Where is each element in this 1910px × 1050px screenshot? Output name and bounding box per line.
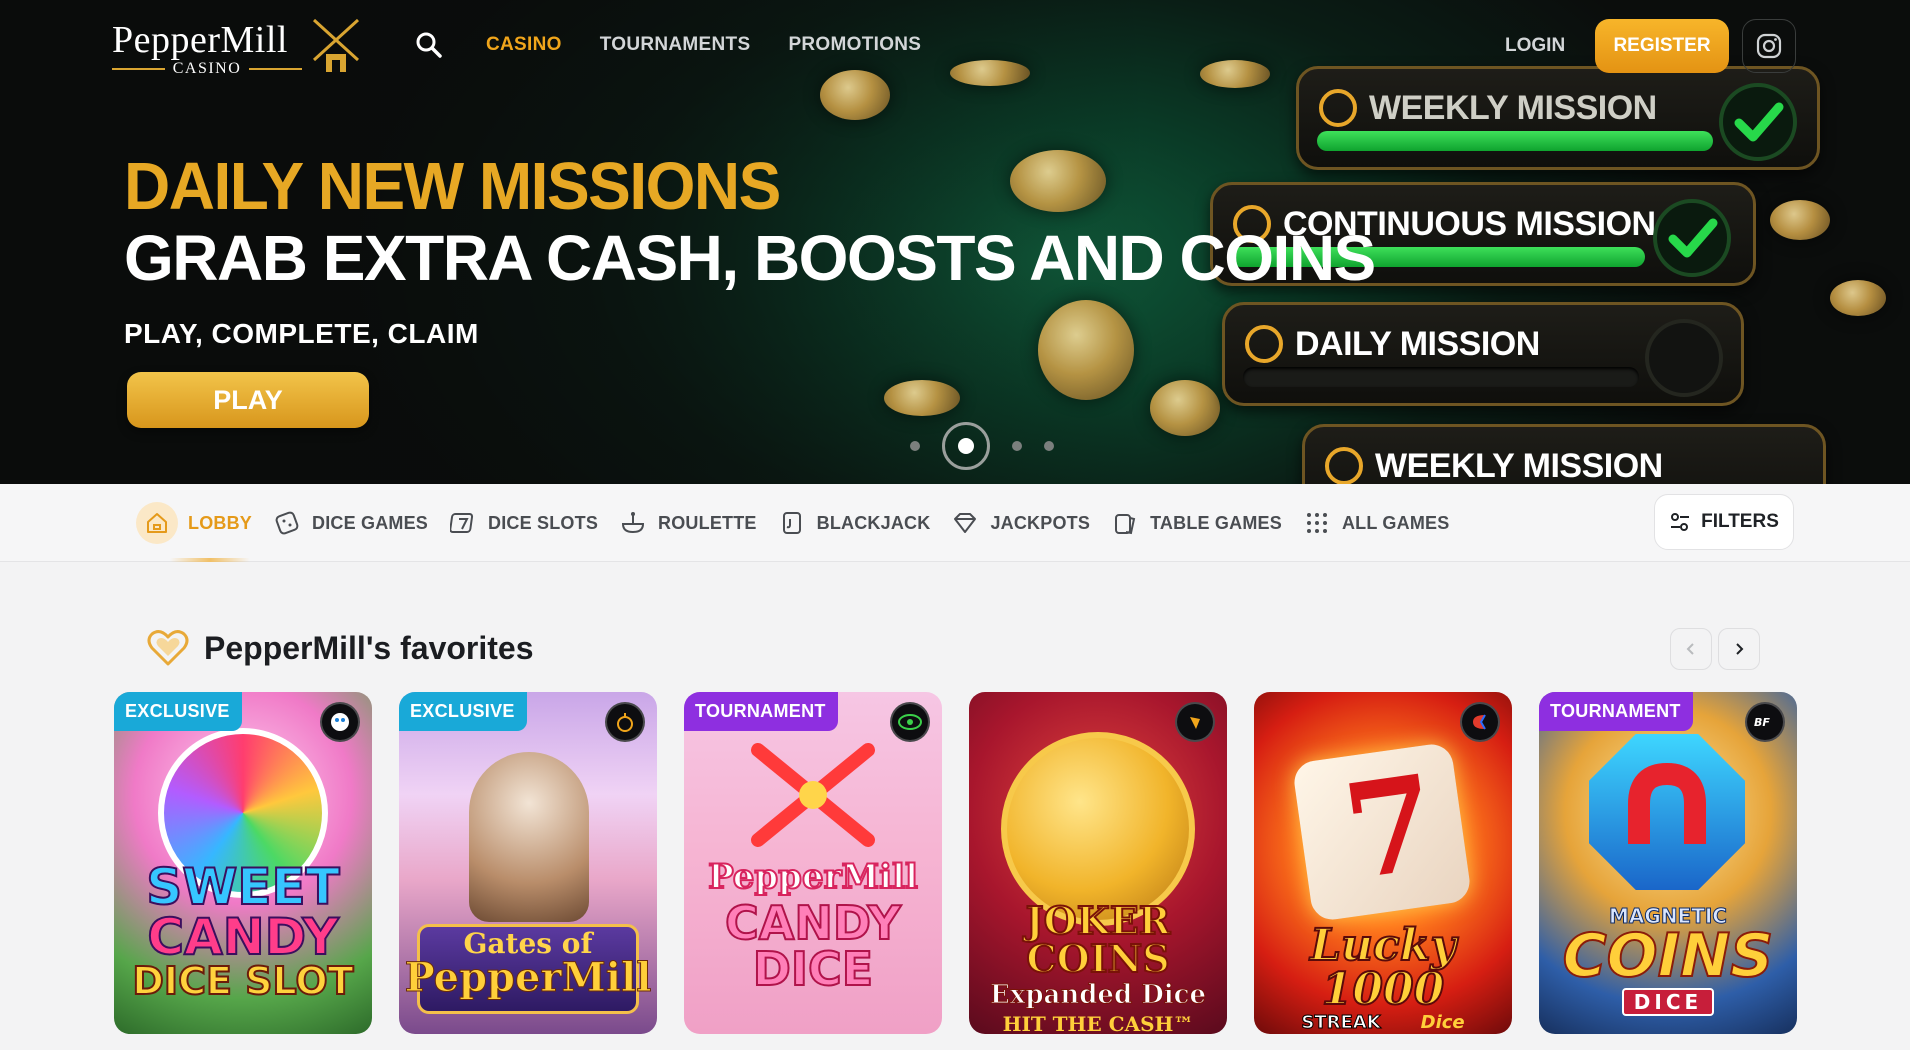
mission-progress-bar	[1317, 131, 1713, 151]
game-card-gates-of-peppermill[interactable]: Gates of PepperMill EXCLUSIVE	[399, 692, 657, 1034]
carousel-dot-2[interactable]	[942, 422, 990, 470]
provider-icon: BF	[1745, 702, 1785, 742]
game-card-joker-coins-expanded-dice[interactable]: JOKER COINS Expanded Dice HIT THE CASH™	[969, 692, 1227, 1034]
filters-icon	[1671, 513, 1690, 531]
provider-icon	[890, 702, 930, 742]
slot-seven-icon	[448, 508, 478, 538]
chevron-left-icon	[1686, 643, 1694, 655]
nav-promotions[interactable]: PROMOTIONS	[788, 34, 921, 56]
tournament-badge: TOURNAMENT	[1539, 692, 1693, 731]
roulette-icon	[618, 508, 648, 538]
register-button[interactable]: REGISTER	[1595, 19, 1729, 73]
carousel-pagination	[910, 422, 1054, 470]
windmill-art	[738, 740, 888, 860]
clock-icon	[1325, 447, 1363, 484]
hero-title-line2: GRAB EXTRA CASH, BOOSTS AND COINS	[124, 222, 1376, 294]
category-jackpots[interactable]: JACKPOTS	[950, 502, 1090, 544]
dice-seven-art: 7	[1291, 741, 1473, 923]
provider-icon	[605, 702, 645, 742]
exclusive-badge: EXCLUSIVE	[114, 692, 242, 731]
active-tab-indicator	[170, 558, 250, 562]
diamond-icon	[950, 508, 980, 538]
carousel-next-button[interactable]	[1718, 628, 1760, 670]
cards-icon	[777, 508, 807, 538]
category-lobby[interactable]: LOBBY	[136, 502, 252, 544]
coin-decoration	[1770, 200, 1830, 240]
carousel-dot-1[interactable]	[910, 441, 920, 451]
provider-icon	[320, 702, 360, 742]
nav-casino[interactable]: CASINO	[486, 34, 562, 56]
grid-dots-icon	[1302, 508, 1332, 538]
top-navigation-bar: PepperMill CASINO CASINO TOURNAMENTS PRO…	[0, 0, 1910, 92]
svg-text:BF: BF	[1754, 716, 1770, 729]
search-icon[interactable]	[414, 30, 444, 60]
login-link[interactable]: LOGIN	[1505, 35, 1565, 57]
coin-decoration	[884, 380, 960, 416]
provider-icon	[1175, 702, 1215, 742]
game-card-peppermill-candy-dice[interactable]: PepperMill CANDY DICE TOURNAMENT	[684, 692, 942, 1034]
favorites-carousel: SWEET CANDY DICE SLOT EXCLUSIVE Gates of…	[114, 692, 1797, 1034]
instagram-icon[interactable]	[1742, 19, 1796, 73]
game-card-lucky-1000-streak-dice[interactable]: 7 Lucky 1000 STREAK Dice	[1254, 692, 1512, 1034]
carousel-dot-4[interactable]	[1044, 441, 1054, 451]
game-card-magnetic-coins-dice[interactable]: MAGNETIC COINS DICE TOURNAMENT BF	[1539, 692, 1797, 1034]
peppermill-logo[interactable]: PepperMill CASINO	[112, 16, 362, 78]
main-nav: CASINO TOURNAMENTS PROMOTIONS	[486, 34, 921, 56]
home-icon	[136, 502, 178, 544]
favorites-title: PepperMill's favorites	[204, 629, 534, 666]
mission-progress-bar	[1243, 367, 1639, 387]
complete-check-icon	[1719, 83, 1797, 161]
joker-coin-art	[1001, 732, 1195, 926]
heart-icon	[147, 630, 189, 666]
windmill-logo-icon	[312, 18, 360, 72]
category-roulette[interactable]: ROULETTE	[618, 502, 757, 544]
complete-check-icon	[1653, 199, 1731, 277]
check-circle-icon	[1319, 89, 1357, 127]
filters-button[interactable]: FILTERS	[1654, 494, 1794, 550]
category-blackjack[interactable]: BLACKJACK	[777, 502, 931, 544]
mission-card-weekly-2: WEEKLY MISSION	[1302, 424, 1826, 484]
favorites-header: PepperMill's favorites	[146, 628, 534, 668]
magnet-art	[1589, 734, 1745, 890]
category-dice-games[interactable]: DICE GAMES	[272, 502, 428, 544]
hero-title-line1: DAILY NEW MISSIONS	[124, 148, 781, 224]
dice-icon	[272, 508, 302, 538]
category-dice-slots[interactable]: DICE SLOTS	[448, 502, 598, 544]
provider-icon	[1460, 702, 1500, 742]
zeus-art	[469, 752, 589, 922]
carousel-prev-button[interactable]	[1670, 628, 1712, 670]
tournament-badge: TOURNAMENT	[684, 692, 838, 731]
empty-check-circle-icon	[1645, 319, 1723, 397]
carousel-dot-3[interactable]	[1012, 441, 1022, 451]
nav-tournaments[interactable]: TOURNAMENTS	[600, 34, 751, 56]
coin-decoration	[1150, 380, 1220, 436]
coin-decoration	[1830, 280, 1886, 316]
exclusive-badge: EXCLUSIVE	[399, 692, 527, 731]
category-tabs: LOBBY DICE GAMES DICE SLOTS ROULETTE BLA…	[136, 502, 1469, 544]
hero-subtitle: PLAY, COMPLETE, CLAIM	[124, 318, 479, 349]
hero-headline: DAILY NEW MISSIONS GRAB EXTRA CASH, BOOS…	[124, 148, 1376, 350]
category-bar: LOBBY DICE GAMES DICE SLOTS ROULETTE BLA…	[0, 484, 1910, 562]
category-all-games[interactable]: ALL GAMES	[1302, 502, 1449, 544]
category-table-games[interactable]: TABLE GAMES	[1110, 502, 1282, 544]
table-cards-icon	[1110, 508, 1140, 538]
game-card-sweet-candy-dice-slot[interactable]: SWEET CANDY DICE SLOT EXCLUSIVE	[114, 692, 372, 1034]
play-button[interactable]: PLAY	[127, 372, 369, 428]
chevron-right-icon	[1736, 643, 1744, 655]
